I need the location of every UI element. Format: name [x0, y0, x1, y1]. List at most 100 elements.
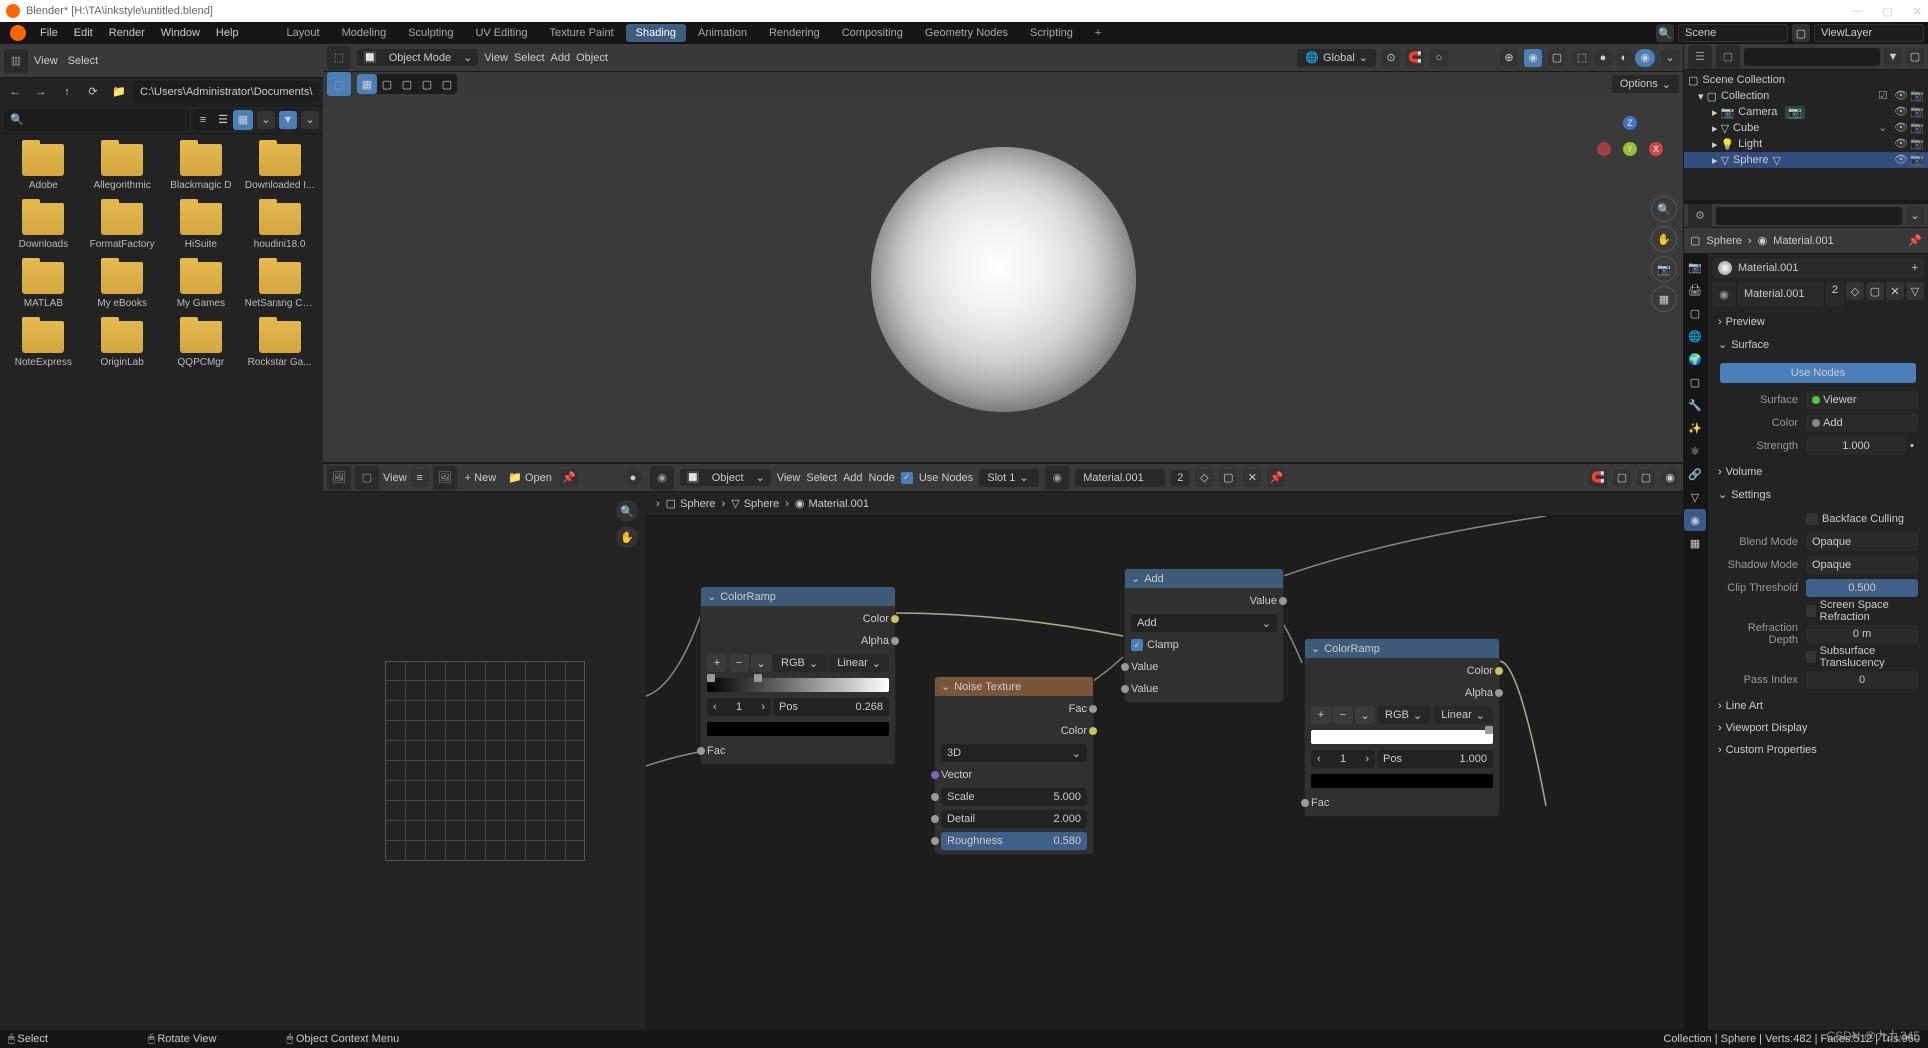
viewport-canvas[interactable]: Z Y X 🔍 ✋ 📷 ▦ — [323, 96, 1683, 462]
folder-item[interactable]: OriginLab — [83, 321, 162, 368]
tab-world[interactable]: 🌍 — [1684, 348, 1706, 370]
axis-y[interactable]: Y — [1623, 142, 1637, 156]
thumb-icon[interactable]: ▦ — [233, 110, 253, 130]
viewlayer-dropdown[interactable]: ViewLayer — [1814, 24, 1924, 42]
nav-newfolder-icon[interactable]: 📁 — [108, 81, 130, 103]
selext-icon[interactable]: ▢ — [377, 74, 397, 94]
node-title[interactable]: ⌄ ColorRamp — [1305, 639, 1499, 658]
overlay-toggle-icon[interactable]: ◉ — [1524, 49, 1542, 67]
panel-volume[interactable]: › Volume — [1712, 462, 1924, 482]
ne-select[interactable]: Select — [806, 472, 837, 484]
folder-item[interactable]: houdini18.0 — [240, 203, 319, 250]
dim-dropdown[interactable]: 3D⌄ — [941, 744, 1087, 762]
panel-settings[interactable]: ⌄ Settings — [1712, 484, 1924, 505]
panel-viewport-display[interactable]: › Viewport Display — [1712, 718, 1924, 738]
copymat-icon[interactable]: ▢ — [1219, 469, 1237, 487]
matprev-icon[interactable]: ◐ — [1614, 49, 1634, 67]
tab-modifier[interactable]: 🔧 — [1684, 394, 1706, 416]
tree-cube[interactable]: ▸ ▽ Cube⌄👁📷 — [1684, 120, 1928, 136]
ne-node[interactable]: Node — [869, 472, 895, 484]
unlink-icon[interactable]: ✕ — [1243, 469, 1261, 487]
folder-item[interactable]: Adobe — [4, 144, 83, 191]
stop-pos[interactable]: Pos0.268 — [773, 698, 889, 716]
bc-object[interactable]: ▢Sphere — [666, 497, 716, 510]
tab-animation[interactable]: Animation — [688, 24, 757, 42]
select-tool-icon[interactable]: ▢ — [327, 72, 351, 96]
color-channel-icon[interactable]: ● — [624, 469, 642, 487]
folder-item[interactable]: NoteExpress — [4, 321, 83, 368]
node-canvas[interactable]: ⌄ ColorRamp Color Alpha + − ⌄ RGB ⌄ Line… — [646, 516, 1683, 1030]
folder-item[interactable]: HiSuite — [162, 203, 241, 250]
toggle-icon[interactable]: ≡ — [411, 469, 429, 487]
close-icon[interactable]: ✕ — [1913, 5, 1922, 18]
tab-compositing[interactable]: Compositing — [832, 24, 913, 42]
persp-icon[interactable]: ▦ — [1651, 286, 1677, 312]
rendered-icon[interactable]: ◉ — [1661, 469, 1679, 487]
filter-settings-icon[interactable]: ⌄ — [301, 111, 319, 129]
tab-material[interactable]: ◉ — [1684, 509, 1706, 531]
roughness-input[interactable]: Roughness0.580 — [941, 832, 1087, 850]
node-add[interactable]: ⌄ Add Value Add⌄ ✓Clamp Value Value — [1124, 568, 1284, 703]
surface-dropdown[interactable]: Viewer — [1806, 391, 1918, 409]
maximize-icon[interactable]: ▢ — [1882, 5, 1892, 18]
folder-item[interactable]: Rockstar Ga... — [240, 321, 319, 368]
orientation-dropdown[interactable]: 🌐 Global ⌄ — [1297, 49, 1376, 67]
panel-lineart[interactable]: › Line Art — [1712, 696, 1924, 716]
selint-icon[interactable]: ▢ — [437, 74, 457, 94]
viewlayer-icon[interactable]: ▢ — [1792, 24, 1810, 42]
nav-back-icon[interactable]: ← — [4, 81, 26, 103]
tab-rendering[interactable]: Rendering — [759, 24, 830, 42]
tree-collection[interactable]: ▾ ▢ Collection☑👁📷 — [1684, 88, 1928, 104]
pin-icon[interactable]: 📌 — [560, 469, 578, 487]
tab-output[interactable]: 🖨 — [1684, 279, 1706, 301]
vp-add[interactable]: Add — [551, 52, 571, 64]
backface-checkbox[interactable] — [1806, 513, 1818, 525]
filter-icon[interactable]: ▼ — [1884, 48, 1902, 66]
zoom-icon[interactable]: 🔍 — [1651, 196, 1677, 222]
list-vert-icon[interactable]: ≡ — [193, 110, 213, 130]
editor-type-icon[interactable]: ◉ — [650, 466, 674, 490]
editor-type-icon[interactable]: ⚙ — [1688, 204, 1712, 228]
blendmode-dropdown[interactable]: Opaque — [1806, 533, 1918, 551]
axis-z[interactable]: Z — [1623, 116, 1637, 130]
nav-up-icon[interactable]: ↑ — [56, 81, 78, 103]
shading-options-icon[interactable]: ⌄ — [1661, 49, 1679, 67]
folder-item[interactable]: NetSarang Co... — [240, 262, 319, 309]
nav-gizmo[interactable]: Z Y X — [1597, 116, 1663, 182]
add-stop-button[interactable]: + — [707, 654, 727, 672]
detail-input[interactable]: Detail2.000 — [941, 810, 1087, 828]
editor-type-icon[interactable]: ▥ — [4, 49, 28, 73]
copymat-icon[interactable]: ▢ — [1866, 282, 1884, 300]
usenodes-checkbox[interactable]: ✓ — [901, 472, 913, 484]
selinv-icon[interactable]: ▢ — [417, 74, 437, 94]
color-swatch[interactable] — [707, 722, 889, 736]
scene-icon[interactable]: 🔍 — [1656, 24, 1674, 42]
snap-icon[interactable]: 🧲 — [1589, 469, 1607, 487]
users-count[interactable]: 2 — [1826, 282, 1844, 306]
del-stop-button[interactable]: − — [729, 654, 749, 672]
shadowmode-dropdown[interactable]: Opaque — [1806, 556, 1918, 574]
tab-render[interactable]: 📷 — [1684, 256, 1706, 278]
tab-object[interactable]: ▢ — [1684, 371, 1706, 393]
tab-layout[interactable]: Layout — [277, 24, 330, 42]
operation-dropdown[interactable]: Add⌄ — [1131, 614, 1277, 632]
tab-particle[interactable]: ✨ — [1684, 417, 1706, 439]
matbrowse-icon[interactable]: ◉ — [1712, 282, 1736, 306]
panel-custom-props[interactable]: › Custom Properties — [1712, 740, 1924, 760]
add-stop-button[interactable]: + — [1311, 706, 1331, 724]
material-slot[interactable]: Material.001+ — [1712, 258, 1924, 278]
folder-item[interactable]: Blackmagic D — [162, 144, 241, 191]
tab-physics[interactable]: ⚛ — [1684, 440, 1706, 462]
node-title[interactable]: ⌄ Noise Texture — [935, 677, 1093, 696]
sst-checkbox[interactable] — [1806, 651, 1816, 663]
clip-input[interactable]: 0.500 — [1806, 579, 1918, 597]
bc-material[interactable]: ◉Material.001 — [795, 497, 869, 510]
interp-dropdown[interactable]: Linear ⌄ — [1433, 706, 1493, 724]
search-input[interactable]: 🔍 — [4, 109, 189, 131]
imgmode-icon[interactable]: ▢ — [355, 466, 379, 490]
zoom-icon[interactable]: 🔍 — [616, 500, 638, 522]
vp-object[interactable]: Object — [576, 52, 608, 64]
folder-item[interactable]: Downloaded I... — [240, 144, 319, 191]
bc-obj[interactable]: Sphere — [1706, 235, 1741, 247]
interp-dropdown[interactable]: Linear ⌄ — [829, 654, 889, 672]
